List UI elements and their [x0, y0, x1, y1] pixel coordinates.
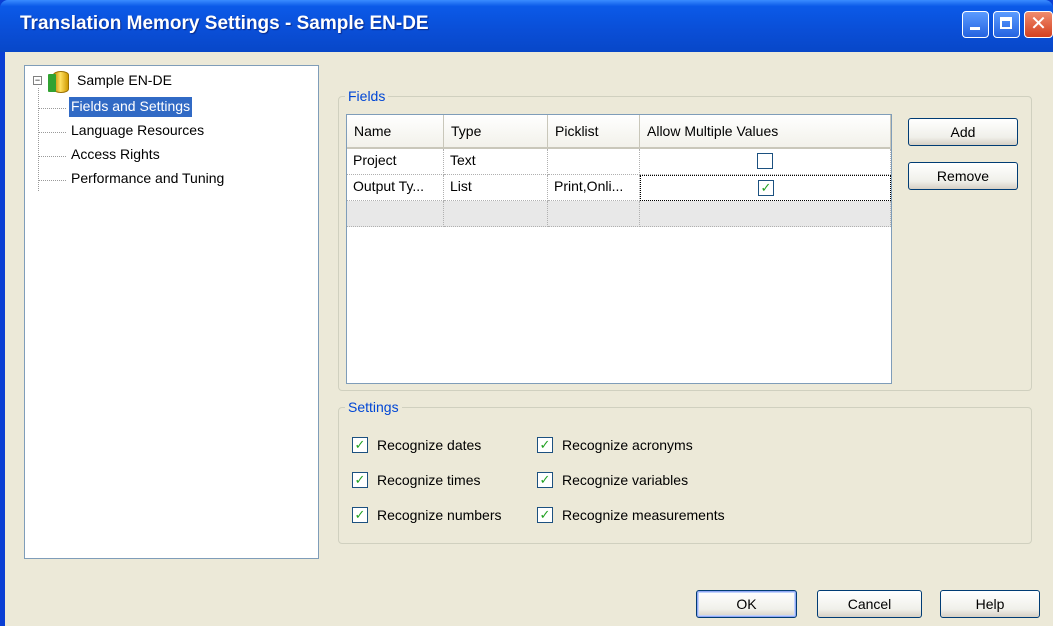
- cell-allow-multiple[interactable]: [640, 201, 891, 227]
- recognize-acronyms-label[interactable]: Recognize acronyms: [562, 436, 693, 454]
- collapse-icon[interactable]: −: [33, 76, 42, 85]
- cell-picklist[interactable]: Print,Onli...: [548, 175, 640, 201]
- help-button[interactable]: Help: [940, 590, 1040, 618]
- remove-button[interactable]: Remove: [908, 162, 1018, 190]
- tree-connector: [38, 180, 66, 181]
- tree-root-label[interactable]: Sample EN-DE: [77, 72, 172, 88]
- maximize-icon: [1000, 17, 1012, 29]
- close-button[interactable]: ✕: [1024, 11, 1053, 38]
- ok-button[interactable]: OK: [696, 590, 797, 618]
- cell-name[interactable]: Output Ty...: [347, 175, 444, 201]
- settings-legend: Settings: [348, 399, 399, 415]
- allow-multiple-checkbox[interactable]: [757, 153, 773, 169]
- settings-tree[interactable]: − Sample EN-DE Fields and Settings Langu…: [24, 65, 319, 559]
- tree-connector: [38, 132, 66, 133]
- title-bar[interactable]: Translation Memory Settings - Sample EN-…: [0, 0, 1053, 52]
- maximize-button[interactable]: [993, 11, 1020, 38]
- cell-allow-multiple[interactable]: ✓: [640, 175, 891, 201]
- cancel-button[interactable]: Cancel: [817, 590, 922, 618]
- table-row[interactable]: Project Text: [347, 149, 891, 175]
- column-header-allow-multiple-values[interactable]: Allow Multiple Values: [640, 115, 891, 147]
- allow-multiple-checkbox[interactable]: ✓: [758, 180, 774, 196]
- table-row[interactable]: Output Ty... List Print,Onli... ✓: [347, 175, 891, 201]
- tree-connector: [38, 156, 66, 157]
- recognize-variables-checkbox[interactable]: ✓: [537, 472, 553, 488]
- recognize-numbers-checkbox[interactable]: ✓: [352, 507, 368, 523]
- add-button[interactable]: Add: [908, 118, 1018, 146]
- minimize-icon: [970, 27, 980, 30]
- cell-allow-multiple[interactable]: [640, 149, 891, 175]
- dialog-window: Translation Memory Settings - Sample EN-…: [0, 0, 1053, 626]
- cell-picklist[interactable]: [548, 149, 640, 175]
- database-icon: [48, 71, 69, 93]
- recognize-times-checkbox[interactable]: ✓: [352, 472, 368, 488]
- recognize-acronyms-checkbox[interactable]: ✓: [537, 437, 553, 453]
- recognize-numbers-label[interactable]: Recognize numbers: [377, 506, 502, 524]
- column-header-name[interactable]: Name: [347, 115, 444, 147]
- tree-connector: [38, 88, 39, 191]
- recognize-variables-label[interactable]: Recognize variables: [562, 471, 688, 489]
- column-header-picklist[interactable]: Picklist: [548, 115, 640, 147]
- window-title: Translation Memory Settings - Sample EN-…: [20, 13, 429, 34]
- cell-name[interactable]: Project: [347, 149, 444, 175]
- cell-type[interactable]: List: [444, 175, 548, 201]
- fields-grid[interactable]: Name Type Picklist Allow Multiple Values…: [346, 114, 892, 384]
- recognize-times-label[interactable]: Recognize times: [377, 471, 481, 489]
- tree-item-access-rights[interactable]: Access Rights: [69, 145, 162, 165]
- fields-legend: Fields: [348, 88, 386, 104]
- cell-type[interactable]: Text: [444, 149, 548, 175]
- new-row[interactable]: [347, 201, 891, 227]
- minimize-button[interactable]: [962, 11, 989, 38]
- cell-type[interactable]: [444, 201, 548, 227]
- tree-item-performance-and-tuning[interactable]: Performance and Tuning: [69, 169, 226, 189]
- tree-item-language-resources[interactable]: Language Resources: [69, 121, 206, 141]
- recognize-dates-label[interactable]: Recognize dates: [377, 436, 481, 454]
- recognize-dates-checkbox[interactable]: ✓: [352, 437, 368, 453]
- tree-item-fields-and-settings[interactable]: Fields and Settings: [69, 97, 193, 117]
- grid-header: Name Type Picklist Allow Multiple Values: [347, 115, 891, 149]
- dialog-client-area: − Sample EN-DE Fields and Settings Langu…: [5, 52, 1053, 626]
- column-header-type[interactable]: Type: [444, 115, 548, 147]
- close-icon: ✕: [1030, 13, 1047, 35]
- cell-name[interactable]: [347, 201, 444, 227]
- cell-picklist[interactable]: [548, 201, 640, 227]
- recognize-measurements-checkbox[interactable]: ✓: [537, 507, 553, 523]
- recognize-measurements-label[interactable]: Recognize measurements: [562, 506, 725, 524]
- tree-connector: [38, 108, 66, 109]
